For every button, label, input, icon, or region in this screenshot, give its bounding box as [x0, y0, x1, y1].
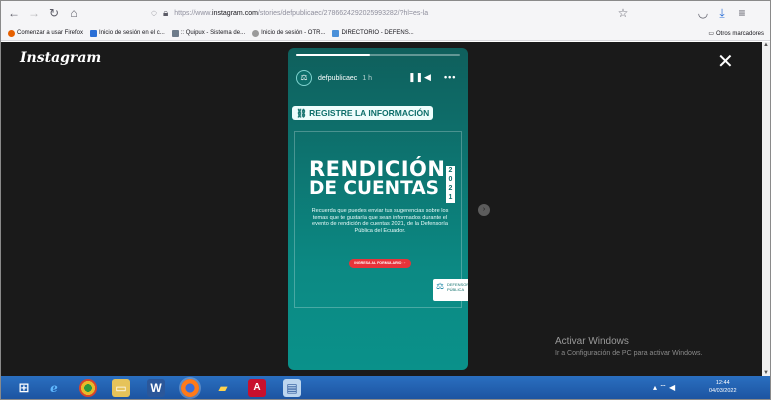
- pocket-icon[interactable]: ◡: [696, 1, 710, 26]
- menu-icon[interactable]: ≡: [735, 1, 749, 26]
- url-path: /stories/defpublicaec/278662429202599328…: [257, 10, 429, 17]
- bookmarks-bar: Comenzar a usar Firefox Inicio de sesión…: [1, 26, 770, 41]
- taskbar: ⊞ e ▭ W ▰ A ▤ ▴ ⌔ ◀︎ 12:44 04/03/2022: [1, 376, 770, 399]
- notepad-icon[interactable]: ▤: [283, 379, 301, 397]
- word-icon[interactable]: W: [147, 379, 165, 397]
- activate-windows-text: Ir a Configuración de PC para activar Wi…: [555, 350, 703, 357]
- activate-windows-title: Activar Windows: [555, 336, 629, 347]
- clock-date: 04/03/2022: [709, 388, 737, 394]
- story-header: ⚖ defpublicaec 1 h ❚❚ ◀︎ •••: [296, 69, 460, 87]
- year-badge: 2 0 2 1: [446, 166, 455, 203]
- pointer-icon: ☞: [402, 261, 406, 265]
- system-tray[interactable]: ▴ ⌔ ◀︎: [653, 383, 675, 393]
- link-sticker[interactable]: ⛓︎ REGISTRE LA INFORMACIÓN: [292, 106, 434, 120]
- other-bookmarks[interactable]: ▭ Otros marcadores: [708, 30, 764, 38]
- chrome-icon[interactable]: [79, 379, 97, 397]
- site-icon: [252, 29, 260, 37]
- bookmark-item[interactable]: Inicio de sesión en el c...: [90, 29, 165, 37]
- link-icon: ⛓︎: [296, 108, 310, 118]
- story-time: 1 h: [362, 74, 373, 82]
- back-arrow-icon[interactable]: ←: [7, 1, 21, 26]
- story-body-text: Recuerda que puedes enviar tus sugerenci…: [311, 208, 449, 234]
- lock-icon: 🔒︎: [162, 8, 169, 19]
- close-icon[interactable]: ✕: [717, 52, 734, 72]
- firefox-icon: [8, 29, 15, 37]
- scales-icon: ⚖: [436, 281, 445, 291]
- title-line-2: DE CUENTAS: [309, 178, 439, 199]
- shield-icon: ◌: [151, 8, 157, 19]
- story-progress-bar: [296, 54, 460, 56]
- clock-time: 12:44: [715, 380, 730, 386]
- download-icon[interactable]: ⤓: [715, 1, 729, 26]
- acrobat-icon[interactable]: A: [248, 379, 266, 397]
- windows-start-icon[interactable]: ⊞: [15, 379, 33, 397]
- screen: ← → ↻ ⌂ ◌ 🔒︎ https://www. instagram.com/s…: [0, 0, 771, 400]
- url-prefix: https://www.: [174, 10, 213, 17]
- forward-arrow-icon[interactable]: →: [27, 1, 41, 26]
- story-progress-fill: [296, 54, 370, 56]
- instagram-logo[interactable]: Instagram: [20, 50, 101, 66]
- form-button[interactable]: INGRESA AL FORMULARIO ☞: [349, 259, 411, 268]
- site-icon: [171, 29, 179, 37]
- more-options-icon[interactable]: •••: [444, 72, 456, 82]
- file-explorer-icon[interactable]: ▭: [112, 379, 130, 397]
- home-icon[interactable]: ⌂: [67, 1, 81, 26]
- pause-icon[interactable]: ❚❚: [408, 72, 423, 83]
- reload-icon[interactable]: ↻: [47, 1, 61, 26]
- site-icon: [90, 29, 98, 37]
- page-scrollbar[interactable]: ▲ ▼: [762, 42, 770, 376]
- volume-icon[interactable]: ◀︎: [669, 383, 675, 392]
- show-hidden-icon[interactable]: ▴: [653, 383, 657, 392]
- bookmark-item[interactable]: DIRECTORIO - DEFENS...: [332, 29, 414, 37]
- story-graphic: RENDICIÓN DE CUENTAS 2 0 2 1 Recuerda qu…: [294, 131, 468, 308]
- scroll-up-icon[interactable]: ▲: [762, 42, 770, 48]
- browser-toolbar: ← → ↻ ⌂ ◌ 🔒︎ https://www. instagram.com/s…: [1, 1, 770, 26]
- bookmark-item[interactable]: Comenzar a usar Firefox: [8, 29, 83, 37]
- url-bar[interactable]: ◌ 🔒︎ https://www. instagram.com/stories/d…: [151, 5, 621, 22]
- bookmark-star-icon[interactable]: ☆: [616, 1, 630, 26]
- next-story-icon[interactable]: ›: [478, 204, 490, 216]
- avatar[interactable]: ⚖: [296, 70, 312, 86]
- folder-icon: ▭: [708, 31, 714, 37]
- bookmark-item[interactable]: Inicio de sesión - OTR...: [252, 29, 325, 37]
- defensoria-logo: ⚖DEFENSORÍA PÚBLICA: [433, 279, 468, 301]
- site-icon: [332, 29, 340, 37]
- firefox-icon[interactable]: [181, 379, 199, 397]
- story-title: RENDICIÓN DE CUENTAS 2 0 2 1: [309, 157, 459, 203]
- volume-icon[interactable]: ◀︎: [424, 72, 431, 83]
- bookmark-item[interactable]: :: Quipux - Sistema de...: [171, 29, 245, 37]
- internet-explorer-icon[interactable]: e: [45, 379, 63, 397]
- title-line-1: RENDICIÓN: [309, 157, 446, 181]
- network-icon[interactable]: ⌔: [659, 383, 667, 392]
- clock[interactable]: 12:44 04/03/2022: [709, 379, 737, 395]
- url-host: instagram.com: [212, 10, 258, 17]
- stories-viewer: Instagram ✕ ⚖ defpublicaec 1 h ❚❚ ◀︎ •••…: [1, 42, 770, 376]
- story-username[interactable]: defpublicaec: [318, 75, 357, 82]
- folder-icon[interactable]: ▰: [214, 379, 232, 397]
- story-card[interactable]: ⚖ defpublicaec 1 h ❚❚ ◀︎ ••• ⛓︎ REGISTRE…: [288, 48, 468, 370]
